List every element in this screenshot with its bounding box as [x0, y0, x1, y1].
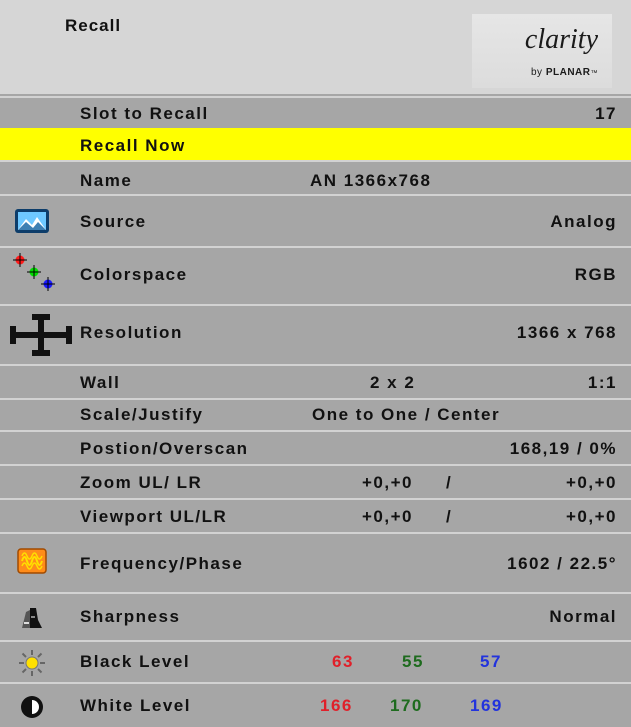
recall-now-label: Recall Now: [80, 136, 186, 155]
frequency-row[interactable]: Frequency/Phase 1602 / 22.5°: [0, 532, 631, 592]
wall-grid-value: 2 x 2: [370, 373, 416, 392]
colorspace-label: Colorspace: [80, 265, 188, 284]
wall-row[interactable]: Wall 2 x 2 1:1: [0, 364, 631, 398]
resolution-arrows-icon: [10, 314, 72, 361]
logo-by-text: by: [530, 67, 543, 78]
slot-row[interactable]: Slot to Recall 17: [0, 96, 631, 128]
osd-menu: Recall clarity by PLANAR™ Slot to Recall…: [0, 0, 631, 727]
source-value: Analog: [550, 212, 617, 231]
logo-byline: by PLANAR™: [531, 67, 598, 78]
white-level-label: White Level: [80, 696, 191, 715]
wall-label: Wall: [80, 373, 121, 392]
white-level-red: 166: [320, 696, 353, 715]
zoom-ul-value: +0,+0: [362, 473, 413, 492]
zoom-separator: /: [446, 473, 453, 492]
black-level-row[interactable]: Black Level 63 55 57: [0, 640, 631, 682]
source-label: Source: [80, 212, 147, 231]
position-value: 168,19 / 0%: [509, 439, 617, 458]
white-level-green: 170: [390, 696, 423, 715]
clarity-logo: clarity by PLANAR™: [472, 14, 612, 88]
black-level-red: 63: [332, 652, 354, 671]
scale-label: Scale/Justify: [80, 405, 204, 424]
color-dots-icon: [12, 252, 56, 297]
scale-row[interactable]: Scale/Justify One to One / Center: [0, 398, 631, 430]
sharpness-row[interactable]: Sharpness Normal: [0, 592, 631, 640]
resolution-value: 1366 x 768: [516, 323, 617, 342]
name-value: AN 1366x768: [310, 171, 432, 190]
zoom-label: Zoom UL/ LR: [80, 473, 203, 492]
name-label: Name: [80, 171, 133, 190]
black-level-blue: 57: [480, 652, 502, 671]
position-row[interactable]: Postion/Overscan 168,19 / 0%: [0, 430, 631, 464]
colorspace-value: RGB: [574, 265, 617, 284]
sun-icon: [18, 649, 46, 682]
landscape-icon: [14, 208, 50, 239]
logo-tm: ™: [590, 70, 598, 77]
sharpness-label: Sharpness: [80, 607, 181, 626]
position-label: Postion/Overscan: [80, 439, 249, 458]
black-level-label: Black Level: [80, 652, 191, 671]
logo-wordmark: clarity: [524, 24, 598, 55]
white-level-blue: 169: [470, 696, 503, 715]
frequency-value: 1602 / 22.5°: [507, 554, 617, 573]
colorspace-row[interactable]: Colorspace RGB: [0, 246, 631, 304]
viewport-ul-value: +0,+0: [362, 507, 413, 526]
menu-title: Recall: [65, 16, 122, 35]
frequency-label: Frequency/Phase: [80, 554, 244, 573]
scale-value: One to One / Center: [312, 405, 501, 424]
source-row[interactable]: Source Analog: [0, 194, 631, 246]
sharpness-icon: [20, 606, 44, 635]
white-level-row[interactable]: White Level 166 170 169: [0, 682, 631, 727]
black-level-green: 55: [402, 652, 424, 671]
menu-header: Recall clarity by PLANAR™: [0, 0, 631, 94]
sharpness-value: Normal: [549, 607, 617, 626]
resolution-row[interactable]: Resolution 1366 x 768: [0, 304, 631, 364]
name-row[interactable]: Name AN 1366x768: [0, 160, 631, 194]
logo-brand: PLANAR: [545, 67, 591, 78]
slot-value: 17: [595, 104, 617, 123]
viewport-row[interactable]: Viewport UL/LR +0,+0 / +0,+0: [0, 498, 631, 532]
contrast-icon: [19, 694, 45, 725]
waveform-icon: [17, 548, 47, 579]
wall-ratio-value: 1:1: [587, 373, 617, 392]
resolution-label: Resolution: [80, 323, 183, 342]
recall-now-row[interactable]: Recall Now: [0, 128, 631, 160]
viewport-lr-value: +0,+0: [566, 507, 617, 526]
zoom-lr-value: +0,+0: [566, 473, 617, 492]
viewport-label: Viewport UL/LR: [80, 507, 228, 526]
slot-label: Slot to Recall: [80, 104, 209, 123]
viewport-separator: /: [446, 507, 453, 526]
zoom-row[interactable]: Zoom UL/ LR +0,+0 / +0,+0: [0, 464, 631, 498]
